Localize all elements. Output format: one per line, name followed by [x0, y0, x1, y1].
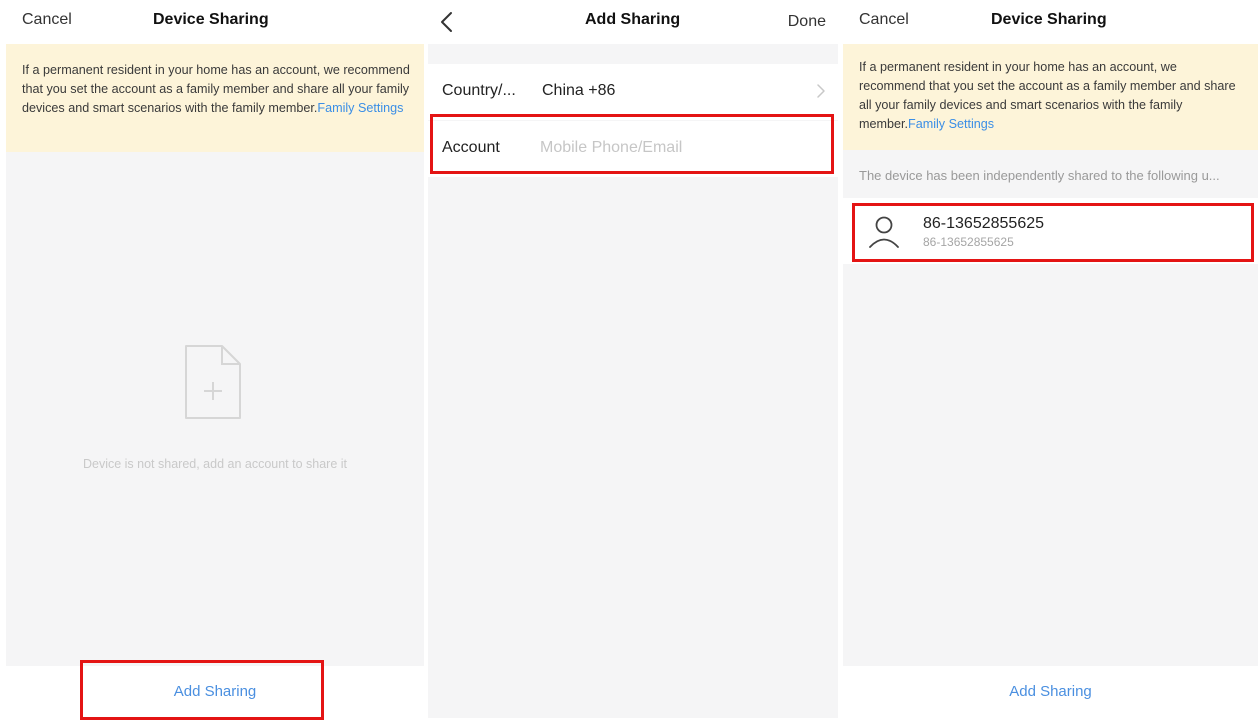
device-sharing-list-screen: Cancel Device Sharing If a permanent res…	[843, 0, 1258, 718]
country-row[interactable]: Country/... China +86	[428, 64, 838, 120]
cancel-button[interactable]: Cancel	[22, 11, 72, 29]
empty-state: Device is not shared, add an account to …	[6, 152, 424, 666]
nav-bar: Cancel Device Sharing	[843, 0, 1258, 44]
file-add-icon	[185, 345, 241, 419]
country-label: Country/...	[442, 82, 516, 99]
empty-message: Device is not shared, add an account to …	[82, 457, 348, 471]
family-notice: If a permanent resident in your home has…	[6, 44, 424, 152]
highlight-add-sharing	[80, 660, 324, 720]
family-settings-link[interactable]: Family Settings	[317, 101, 403, 115]
done-button[interactable]: Done	[788, 13, 826, 31]
chevron-left-icon[interactable]	[436, 10, 458, 34]
highlight-shared-user	[852, 203, 1254, 262]
page-title: Add Sharing	[585, 11, 681, 28]
family-settings-link[interactable]: Family Settings	[908, 117, 994, 131]
shared-list-caption: The device has been independently shared…	[859, 168, 1220, 183]
country-value: China +86	[542, 82, 616, 99]
nav-bar: Cancel Device Sharing	[6, 0, 424, 44]
chevron-right-icon	[817, 84, 825, 98]
add-sharing-screen: Add Sharing Done Country/... China +86 A…	[428, 0, 838, 718]
page-title: Device Sharing	[991, 11, 1107, 28]
page-title: Device Sharing	[153, 11, 269, 28]
nav-bar: Add Sharing Done	[428, 0, 838, 44]
highlight-account-field	[430, 114, 834, 174]
device-sharing-empty-screen: Cancel Device Sharing If a permanent res…	[6, 0, 424, 718]
family-notice: If a permanent resident in your home has…	[843, 44, 1258, 150]
add-sharing-button[interactable]: Add Sharing	[843, 666, 1258, 718]
cancel-button[interactable]: Cancel	[859, 11, 909, 29]
